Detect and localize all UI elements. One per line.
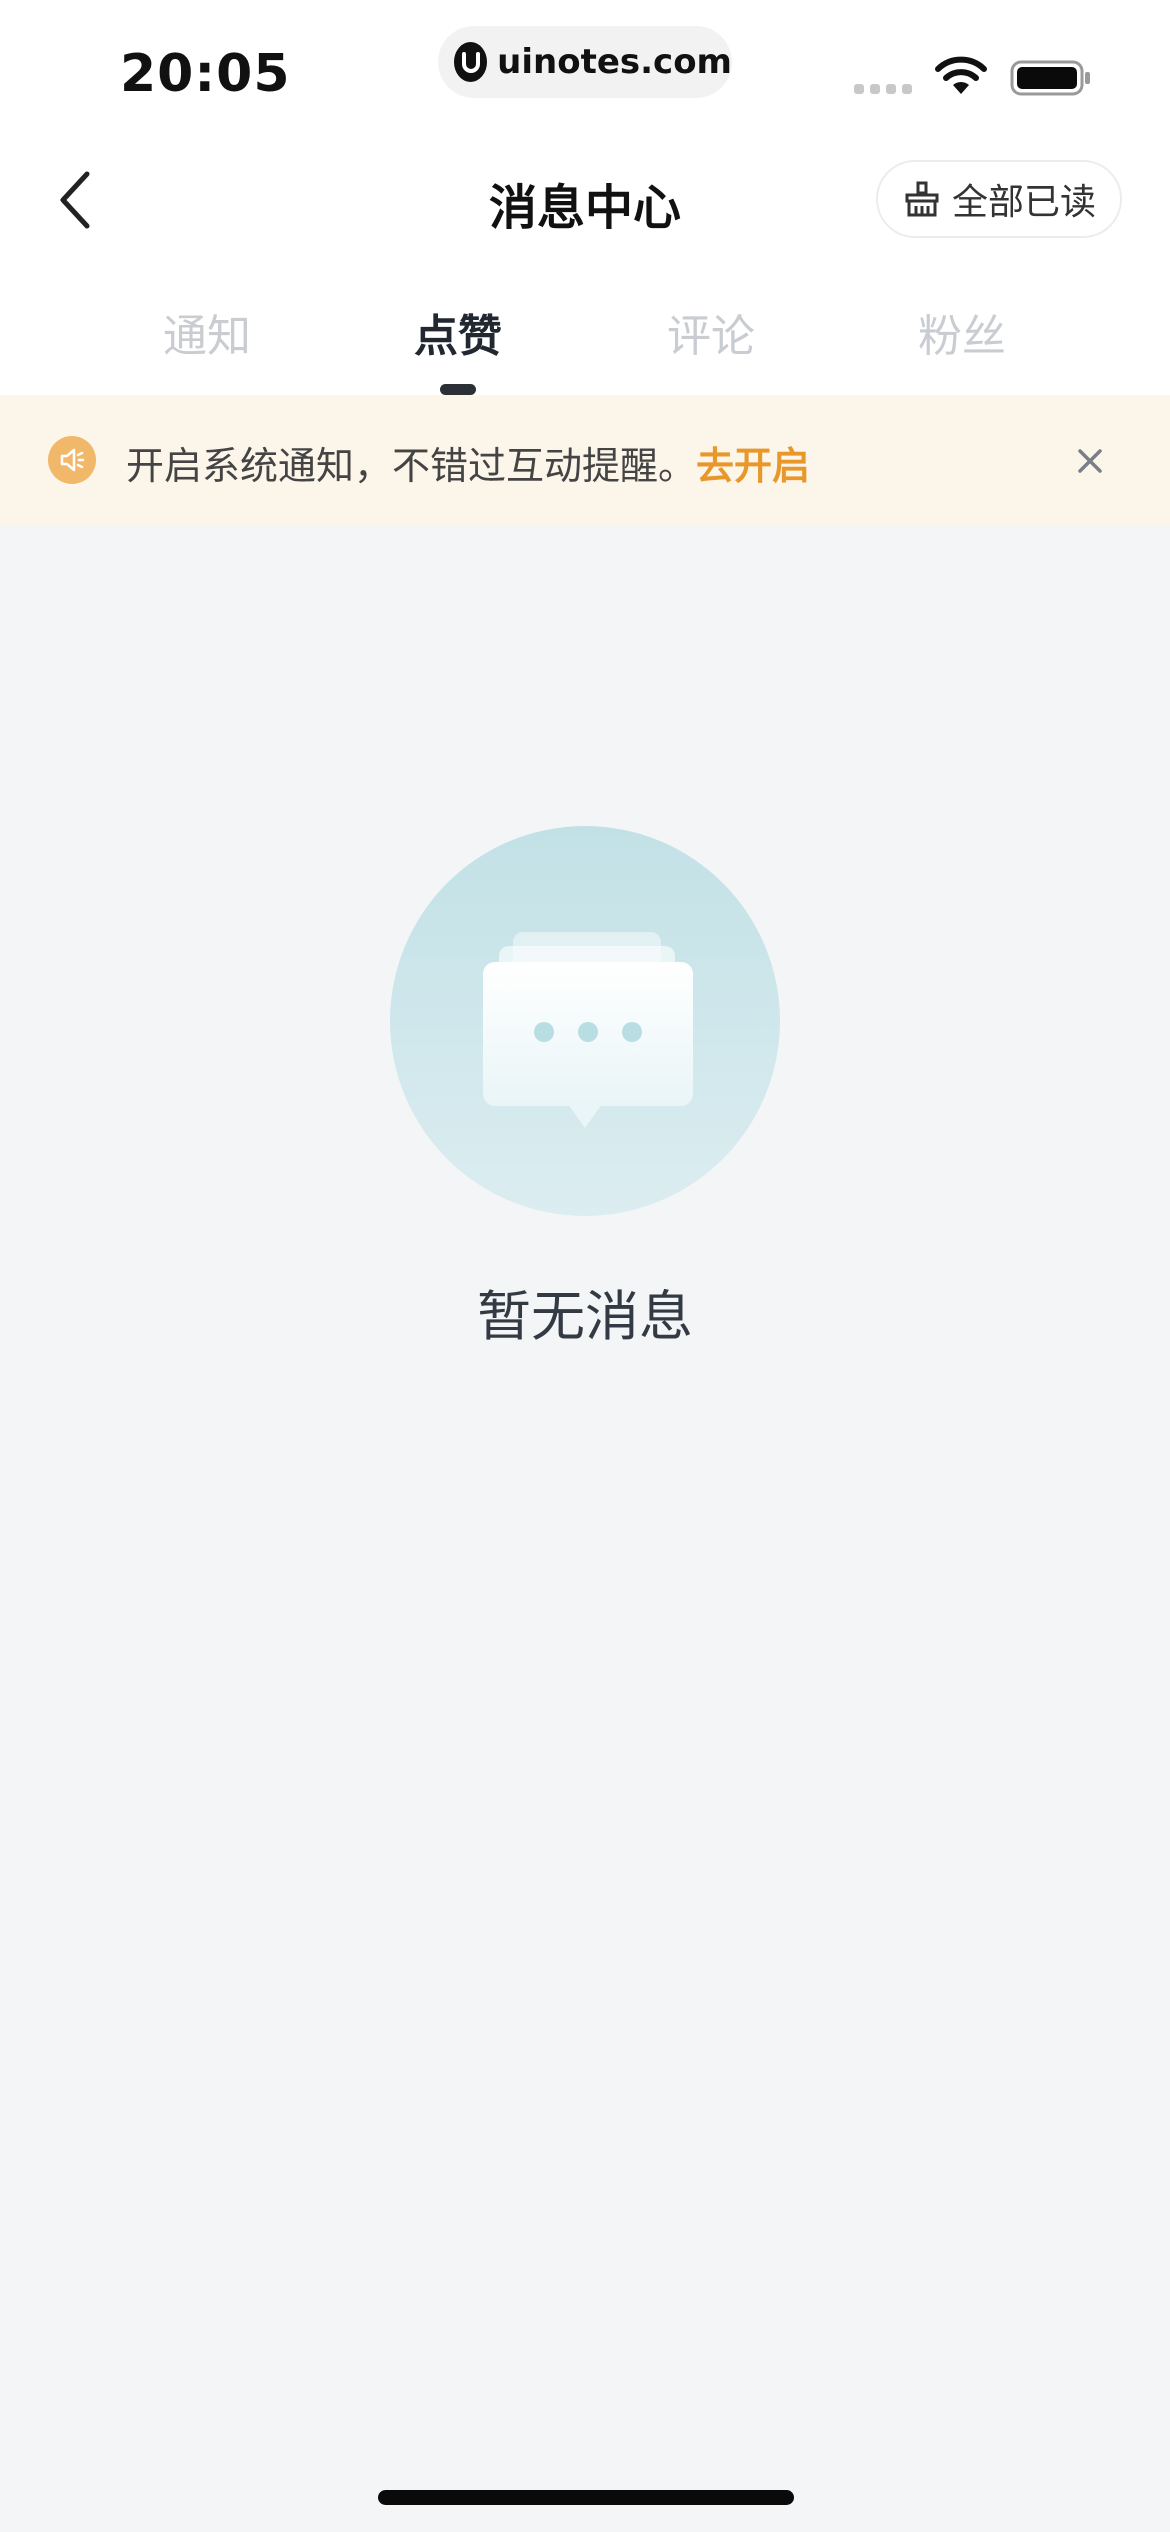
app-screen: 20:05 uinotes.com 消息中心 全部已读 通知 点赞 评论 粉丝 … <box>0 0 1170 2532</box>
notification-banner: 开启系统通知，不错过互动提醒。去开启 <box>0 395 1170 525</box>
site-logo-icon <box>454 42 488 82</box>
broom-icon <box>905 181 939 217</box>
notice-text: 开启系统通知，不错过互动提醒。去开启 <box>126 435 810 490</box>
wifi-icon <box>934 56 988 100</box>
home-indicator[interactable] <box>378 2490 794 2505</box>
speaker-icon <box>48 436 96 484</box>
empty-state-message: 暂无消息 <box>477 1285 693 1348</box>
close-icon <box>1078 449 1102 473</box>
chat-bubble-icon <box>390 826 780 1216</box>
tab-bar: 通知 点赞 评论 粉丝 <box>0 260 1170 395</box>
battery-icon <box>1010 60 1092 100</box>
tab-likes[interactable]: 点赞 <box>358 300 558 364</box>
mark-all-read-button[interactable]: 全部已读 <box>876 160 1122 238</box>
signal-icon <box>854 84 912 94</box>
close-banner-button[interactable] <box>1068 439 1112 483</box>
nav-bar: 消息中心 全部已读 <box>0 140 1170 260</box>
tab-fans[interactable]: 粉丝 <box>862 300 1062 364</box>
active-tab-indicator <box>440 384 476 395</box>
status-bar: 20:05 uinotes.com <box>0 0 1170 140</box>
enable-notifications-link[interactable]: 去开启 <box>696 444 810 488</box>
url-text: uinotes.com <box>497 42 732 82</box>
notice-message: 开启系统通知，不错过互动提醒。 <box>126 444 697 488</box>
tab-notifications[interactable]: 通知 <box>107 300 307 364</box>
status-time: 20:05 <box>120 44 291 104</box>
tab-comments[interactable]: 评论 <box>611 300 811 364</box>
url-pill[interactable]: uinotes.com <box>438 26 732 98</box>
mark-all-read-label: 全部已读 <box>951 182 1096 223</box>
